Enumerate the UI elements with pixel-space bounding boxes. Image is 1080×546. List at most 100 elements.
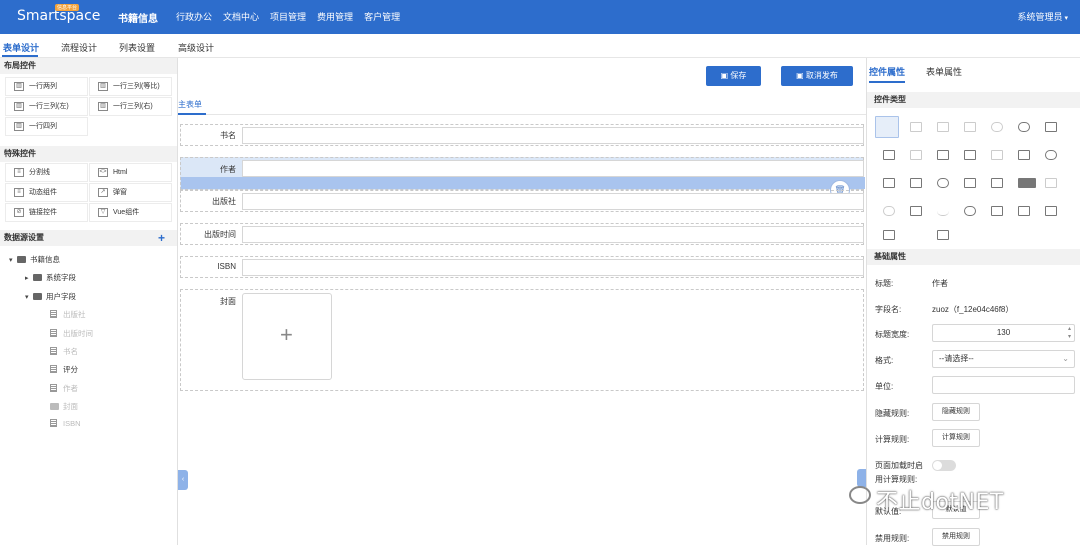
signature-type-icon[interactable]	[964, 150, 976, 160]
tab-list-settings[interactable]: 列表设置	[119, 41, 155, 54]
selection-bar	[181, 177, 865, 189]
format-label: 格式:	[875, 356, 894, 365]
tree-root[interactable]: ▾ 书籍信息	[9, 254, 60, 265]
layout-four-columns[interactable]: ▥ 一行四列	[5, 117, 88, 136]
tab-form-properties[interactable]: 表单属性	[926, 65, 962, 78]
popup-control[interactable]: ↗ 弹窗	[89, 183, 172, 202]
stepper-icon[interactable]: ▴ ▾	[1068, 325, 1071, 341]
html-control[interactable]: <> Html	[89, 163, 172, 182]
right-panel: 控件属性 表单属性 控件类型 基础属性 标题: 作者 字段名: zuoz（f_1…	[866, 58, 1080, 546]
textarea-type-icon[interactable]	[910, 122, 922, 132]
person-type-icon[interactable]	[964, 206, 976, 216]
layout-three-columns-left[interactable]: ▥ 一行三列(左)	[5, 97, 88, 116]
tree-user-fields[interactable]: ▾ 用户字段	[25, 291, 76, 302]
tab-flow-design[interactable]: 流程设计	[61, 41, 97, 54]
tab-control-properties[interactable]: 控件属性	[869, 65, 905, 78]
group-type-icon[interactable]	[991, 206, 1003, 216]
date-type-icon[interactable]	[964, 122, 976, 132]
time-type-icon[interactable]	[991, 122, 1003, 132]
tree-system-fields[interactable]: ▸ 系统字段	[25, 272, 76, 283]
multi-select-type-icon[interactable]	[910, 150, 922, 160]
arc-type-icon[interactable]	[937, 206, 949, 216]
note-type-icon[interactable]	[1045, 206, 1057, 216]
nav-item-projects[interactable]: 项目管理	[270, 10, 306, 23]
radio-type-icon[interactable]	[1018, 122, 1030, 132]
hide-rule-button[interactable]: 隐藏规则	[932, 403, 980, 421]
onload-calc-toggle[interactable]	[932, 460, 956, 471]
form-row-cover[interactable]: 封面 +	[180, 289, 864, 391]
editor-type-icon[interactable]	[991, 178, 1003, 188]
layout-three-columns-right[interactable]: ▥ 一行三列(右)	[89, 97, 172, 116]
author-input[interactable]	[242, 160, 864, 177]
save-button[interactable]: ▣ 保存	[706, 66, 761, 86]
collapse-right-handle[interactable]	[857, 469, 866, 487]
tab-advanced-design[interactable]: 高级设计	[178, 41, 214, 54]
tree-field-rating[interactable]: 评分	[50, 364, 78, 375]
format-select[interactable]: --请选择-- ⌄	[932, 350, 1075, 368]
table-type-icon[interactable]	[910, 206, 922, 216]
tab-main-form[interactable]: 主表单	[178, 99, 202, 110]
link-control[interactable]: ⊘ 链接控件	[5, 203, 88, 222]
document-type-icon[interactable]	[1018, 150, 1030, 160]
unit-input[interactable]	[932, 376, 1075, 394]
html-type-icon[interactable]	[1018, 178, 1036, 188]
form-row-author[interactable]: 作者	[180, 157, 865, 190]
text-input-type-icon[interactable]	[875, 116, 899, 138]
nav-item-docs[interactable]: 文档中心	[223, 10, 259, 23]
caret-down-icon: ▾	[9, 257, 13, 264]
org-type-icon[interactable]	[964, 178, 976, 188]
code-type-icon[interactable]	[1045, 178, 1057, 188]
field-icon	[50, 310, 57, 318]
stack-type-icon[interactable]	[1018, 206, 1030, 216]
checkbox-type-icon[interactable]	[1045, 122, 1057, 132]
cover-upload[interactable]: +	[242, 293, 332, 380]
publish-date-input[interactable]	[242, 226, 864, 243]
title-input[interactable]	[242, 127, 864, 144]
tree-field-publisher[interactable]: 出版社	[50, 309, 86, 320]
nav-item-customers[interactable]: 客户管理	[364, 10, 400, 23]
edit-type-icon[interactable]	[991, 150, 1003, 160]
field-label: 出版社	[212, 197, 236, 206]
user-menu[interactable]: 系统管理员 ▾	[1017, 10, 1068, 23]
calc-rule-button[interactable]: 计算规则	[932, 429, 980, 447]
select-type-icon[interactable]	[883, 150, 895, 160]
tree-field-isbn[interactable]: ISBN	[50, 419, 81, 428]
copy-type-icon[interactable]	[937, 150, 949, 160]
app-title[interactable]: 书籍信息	[118, 10, 158, 25]
file-type-icon[interactable]	[883, 178, 895, 188]
user-type-icon[interactable]	[937, 178, 949, 188]
tab-form-design[interactable]: 表单设计	[3, 41, 39, 54]
layout-two-columns[interactable]: ▥ 一行两列	[5, 77, 88, 96]
isbn-input[interactable]	[242, 259, 864, 276]
image-type-icon[interactable]	[910, 178, 922, 188]
caret-right-icon: ▸	[25, 275, 29, 282]
gear-type-icon[interactable]	[883, 206, 895, 216]
layout-three-columns-equal[interactable]: ▥ 一行三列(等比)	[89, 77, 172, 96]
form-row-title[interactable]: 书名	[180, 124, 864, 146]
tree-field-publish-date[interactable]: 出版时间	[50, 328, 93, 339]
form-row-publisher[interactable]: 出版社	[180, 190, 864, 212]
tree-field-title[interactable]: 书名	[50, 346, 78, 357]
plus-icon: +	[280, 322, 293, 347]
component-icon: ≡	[14, 188, 24, 197]
number-type-icon[interactable]	[937, 122, 949, 132]
tree-field-author[interactable]: 作者	[50, 383, 78, 394]
divider-control[interactable]: ≡ 分割线	[5, 163, 88, 182]
form-row-publish-date[interactable]: 出版时间	[180, 223, 864, 245]
nav-item-expenses[interactable]: 费用管理	[317, 10, 353, 23]
form-row-isbn[interactable]: ISBN	[180, 256, 864, 278]
add-datasource-icon[interactable]: +	[158, 230, 165, 246]
vue-component-control[interactable]: ▽ Vue组件	[89, 203, 172, 222]
collapse-left-handle[interactable]: ‹	[178, 470, 188, 490]
cancel-publish-button[interactable]: ▣ 取消发布	[781, 66, 853, 86]
barcode-type-icon[interactable]	[883, 230, 895, 240]
disable-rule-button[interactable]: 禁用规则	[932, 528, 980, 546]
tree-field-cover[interactable]: 封面	[50, 401, 78, 412]
dynamic-component-control[interactable]: ≡ 动态组件	[5, 183, 88, 202]
nav-item-admin[interactable]: 行政办公	[176, 10, 212, 23]
title-width-input[interactable]: 130 ▴ ▾	[932, 324, 1075, 342]
link-type-icon[interactable]	[1045, 150, 1057, 160]
publisher-input[interactable]	[242, 193, 864, 210]
qrcode-type-icon[interactable]	[937, 230, 949, 240]
image-icon	[50, 403, 59, 410]
